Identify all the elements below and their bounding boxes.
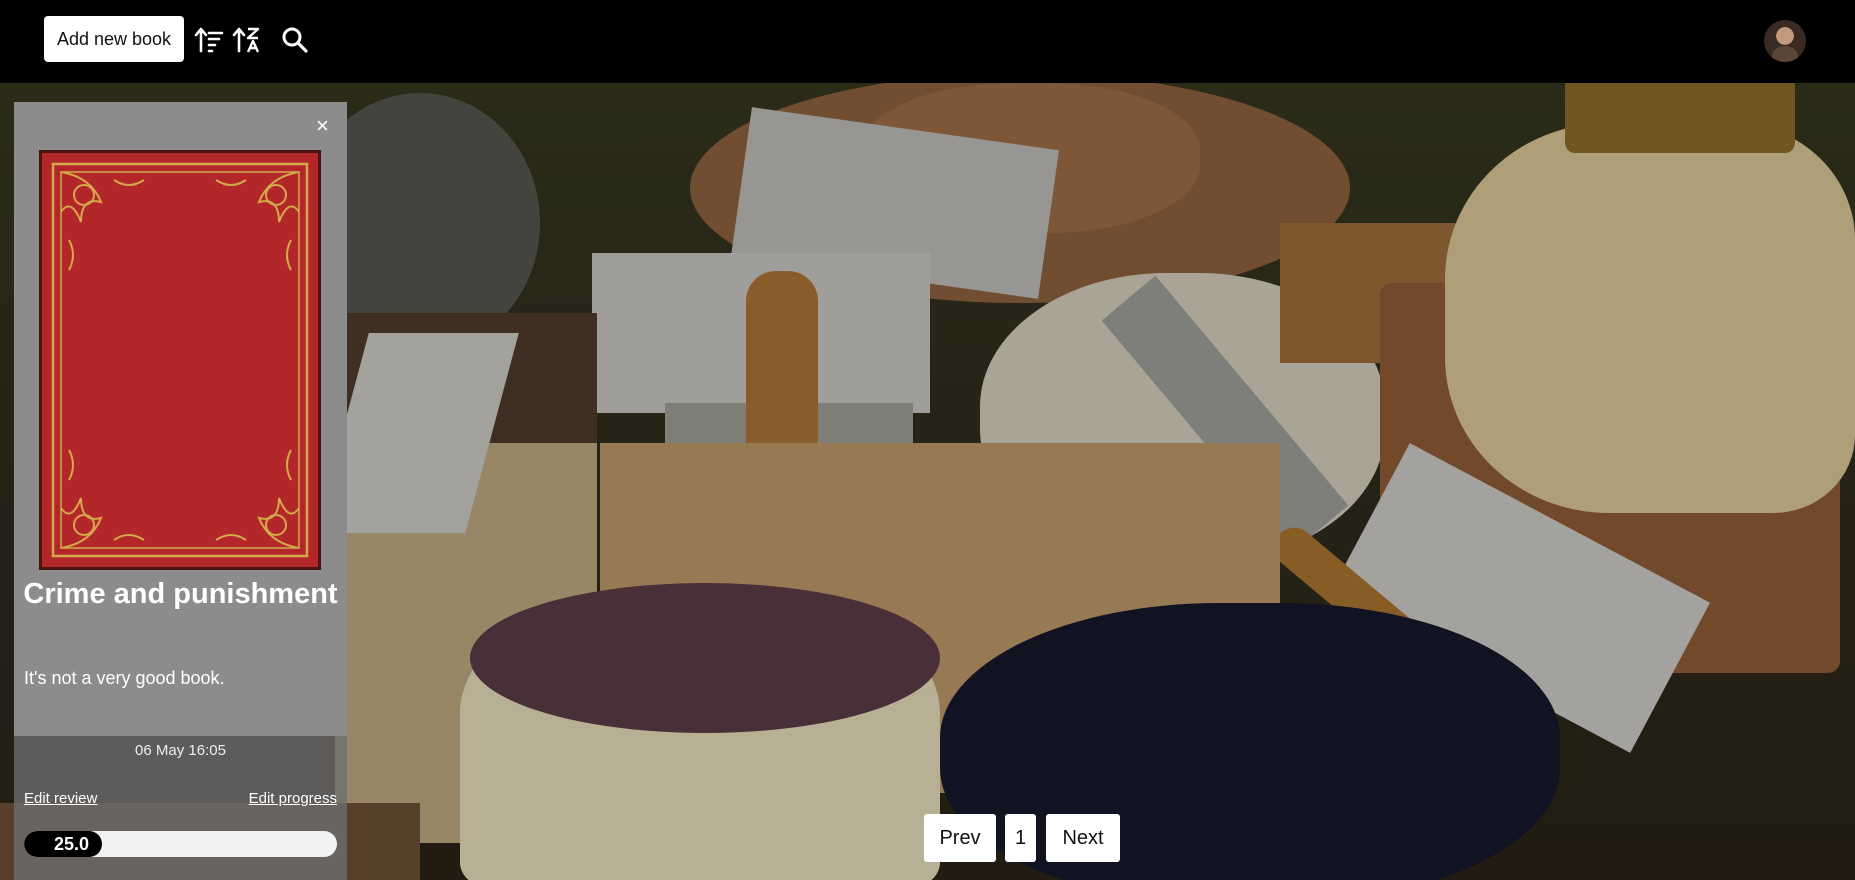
sort-desc-icon[interactable] (192, 22, 226, 58)
close-icon[interactable]: × (316, 115, 329, 137)
progress-value: 25.0 (54, 834, 90, 854)
add-new-book-button[interactable]: Add new book (44, 16, 184, 62)
sort-alpha-icon[interactable] (230, 22, 264, 58)
book-cover-image (39, 150, 321, 570)
next-page-button[interactable]: Next (1046, 814, 1120, 862)
book-card: × Crime and punishment It's not a very g… (14, 102, 347, 880)
prev-page-button[interactable]: Prev (924, 814, 996, 862)
reading-progress-bar: 25.0 (24, 831, 337, 857)
search-icon[interactable] (278, 22, 312, 58)
book-title: Crime and punishment (23, 578, 338, 610)
page-number-button[interactable]: 1 (1005, 814, 1036, 862)
edit-review-link[interactable]: Edit review (24, 790, 97, 807)
user-avatar[interactable] (1764, 20, 1806, 62)
review-text: It's not a very good book. (24, 668, 225, 688)
top-bar: Add new book (0, 0, 1855, 83)
edit-progress-link[interactable]: Edit progress (249, 790, 337, 807)
review-date: 06 May 16:05 (135, 742, 226, 759)
